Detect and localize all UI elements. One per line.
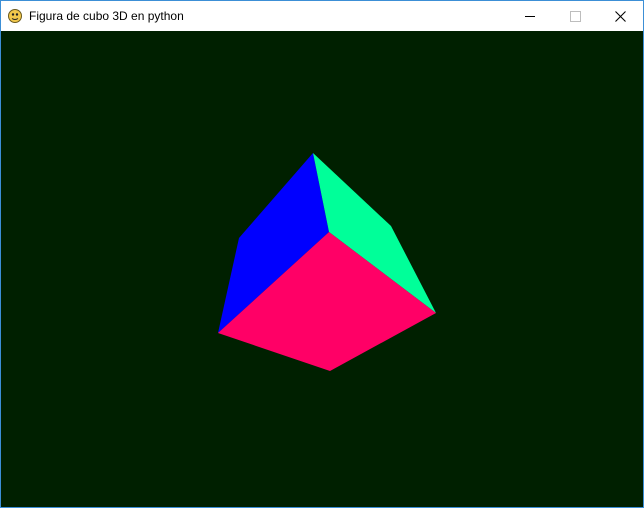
maximize-button[interactable]: [553, 1, 598, 31]
render-canvas[interactable]: [1, 31, 643, 507]
close-button[interactable]: [598, 1, 643, 31]
cube-scene: [1, 31, 643, 507]
title-bar[interactable]: Figura de cubo 3D en python: [1, 1, 643, 31]
app-window: Figura de cubo 3D en python: [0, 0, 644, 508]
minimize-button[interactable]: [508, 1, 553, 31]
close-icon: [615, 11, 626, 22]
pygame-snake-icon: [7, 8, 23, 24]
maximize-icon: [570, 11, 581, 22]
minimize-icon: [525, 16, 535, 17]
window-title: Figura de cubo 3D en python: [29, 9, 184, 23]
